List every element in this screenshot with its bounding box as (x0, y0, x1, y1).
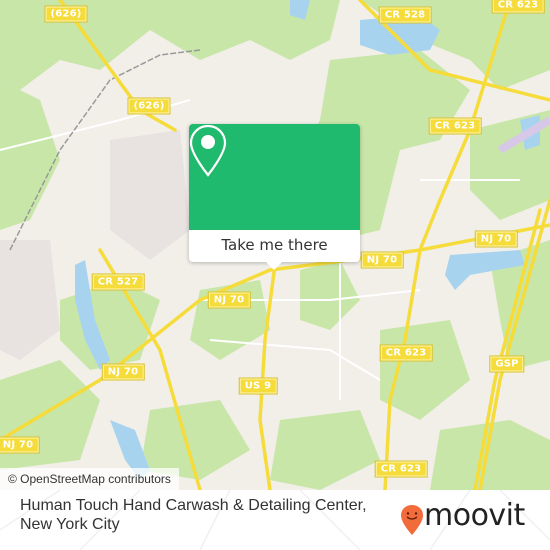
road-label: CR 623 (428, 117, 482, 135)
road-label: US 9 (238, 377, 278, 395)
footer: Human Touch Hand Carwash & Detailing Cen… (0, 490, 550, 550)
place-name: Human Touch Hand Carwash & Detailing Cen… (20, 497, 367, 533)
road-label: CR 623 (374, 460, 428, 478)
road-label: GSP (489, 355, 525, 373)
popup-header[interactable] (189, 124, 360, 230)
road-label: CR 623 (491, 0, 545, 14)
road-label: CR 527 (91, 273, 145, 291)
road-label: (626) (44, 5, 88, 23)
map-canvas[interactable]: (626) (626) CR 528 CR 623 CR 623 NJ 70 N… (0, 0, 550, 490)
popup-pointer (266, 262, 282, 270)
take-me-there-popup[interactable]: Take me there (189, 124, 360, 270)
road-label: NJ 70 (101, 363, 145, 381)
road-label: NJ 70 (207, 291, 251, 309)
road-label: CR 528 (378, 6, 432, 24)
road-label: NJ 70 (474, 230, 518, 248)
road-label: (626) (127, 97, 171, 115)
moovit-smiley-pin-icon (401, 505, 423, 535)
map-pin-icon (189, 124, 227, 177)
road-label: CR 623 (379, 344, 433, 362)
map-attribution[interactable]: © OpenStreetMap contributors (0, 468, 179, 490)
road-label: NJ 70 (0, 436, 40, 454)
road-label: NJ 70 (360, 251, 404, 269)
moovit-wordmark: moovit (424, 498, 525, 533)
take-me-there-button[interactable]: Take me there (189, 230, 360, 262)
